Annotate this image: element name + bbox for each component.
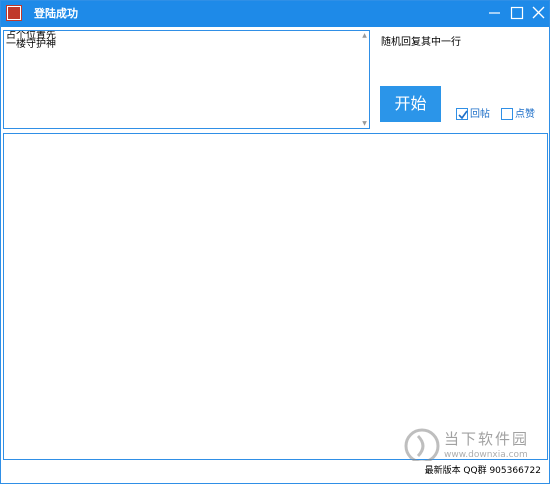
minimize-icon [489,12,500,14]
app-logo-icon [6,5,22,21]
status-bar: 最新版本 QQ群 905366722 [1,461,549,483]
scroll-down-arrow-icon[interactable]: ▼ [361,120,368,127]
reply-checkbox-label[interactable]: 回帖 [470,108,490,121]
reply-checkbox[interactable] [456,108,468,120]
minimize-button[interactable] [483,2,507,24]
random-reply-label: 随机回复其中一行 [381,37,461,48]
main-window: 登陆成功 ▲ ▼ 随机回复其中一行 开始 回 [0,0,550,484]
scroll-up-arrow-icon[interactable]: ▲ [361,32,368,39]
close-button[interactable] [527,2,549,24]
like-checkbox[interactable] [501,108,513,120]
log-output-area[interactable] [3,133,548,460]
maximize-icon [510,6,524,20]
reply-content-scrollbar[interactable]: ▲ ▼ [360,31,369,128]
title-bar[interactable]: 登陆成功 [1,1,549,27]
maximize-button[interactable] [505,2,529,24]
window-title: 登陆成功 [34,7,78,20]
start-button[interactable]: 开始 [380,86,441,122]
like-checkbox-label[interactable]: 点赞 [515,108,535,121]
reply-content-box: ▲ ▼ [3,30,370,129]
reply-content-input[interactable] [4,31,360,128]
seal-mark [8,7,20,19]
version-info: 最新版本 QQ群 905366722 [424,466,541,476]
close-icon [532,6,545,19]
checkmark-icon [458,110,468,120]
